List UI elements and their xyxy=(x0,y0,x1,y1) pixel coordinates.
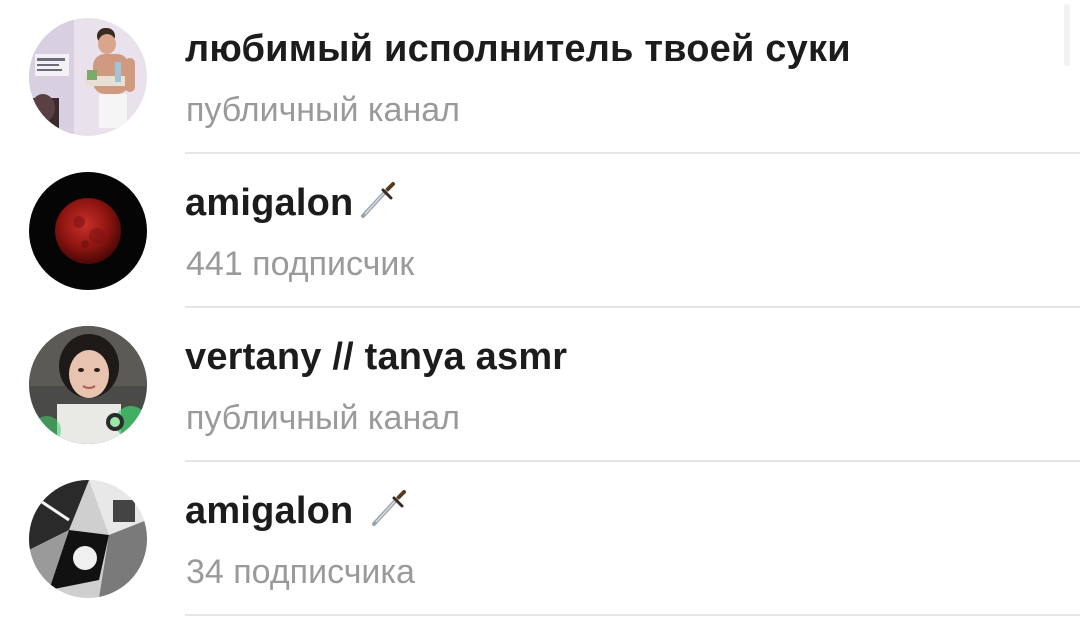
channel-row[interactable]: amigalon 34 подписчика xyxy=(0,462,1080,616)
dagger-icon xyxy=(372,489,407,526)
dagger-icon xyxy=(361,181,396,218)
channel-list: любимый исполнитель твоей суки публичный… xyxy=(0,0,1080,629)
channel-row[interactable]: amigalon 441 подписчик xyxy=(0,154,1080,308)
channel-title: любимый исполнитель твоей суки xyxy=(185,28,851,70)
bedroom-photo-avatar xyxy=(29,18,147,136)
channel-title-wrap: amigalon xyxy=(185,489,408,533)
channel-subtitle: публичный канал xyxy=(186,91,460,129)
red-moon-avatar xyxy=(29,172,147,290)
bw-collage-avatar xyxy=(29,480,147,598)
channel-subtitle: 441 подписчик xyxy=(186,245,415,283)
channel-title: amigalon xyxy=(185,182,354,224)
channel-avatar[interactable] xyxy=(29,480,147,598)
channel-title: amigalon xyxy=(185,490,354,532)
channel-avatar[interactable] xyxy=(29,172,147,290)
channel-row[interactable]: vertany // tanya asmr публичный канал xyxy=(0,308,1080,462)
channel-subtitle: 34 подписчика xyxy=(186,553,415,591)
channel-avatar[interactable] xyxy=(29,18,147,136)
channel-title: vertany // tanya asmr xyxy=(185,336,568,378)
channel-row[interactable]: любимый исполнитель твоей суки публичный… xyxy=(0,0,1080,154)
channel-subtitle: публичный канал xyxy=(186,399,460,437)
channel-title-wrap: amigalon xyxy=(185,181,397,225)
row-divider xyxy=(185,614,1080,616)
channel-avatar[interactable] xyxy=(29,326,147,444)
girl-portrait-avatar xyxy=(29,326,147,444)
